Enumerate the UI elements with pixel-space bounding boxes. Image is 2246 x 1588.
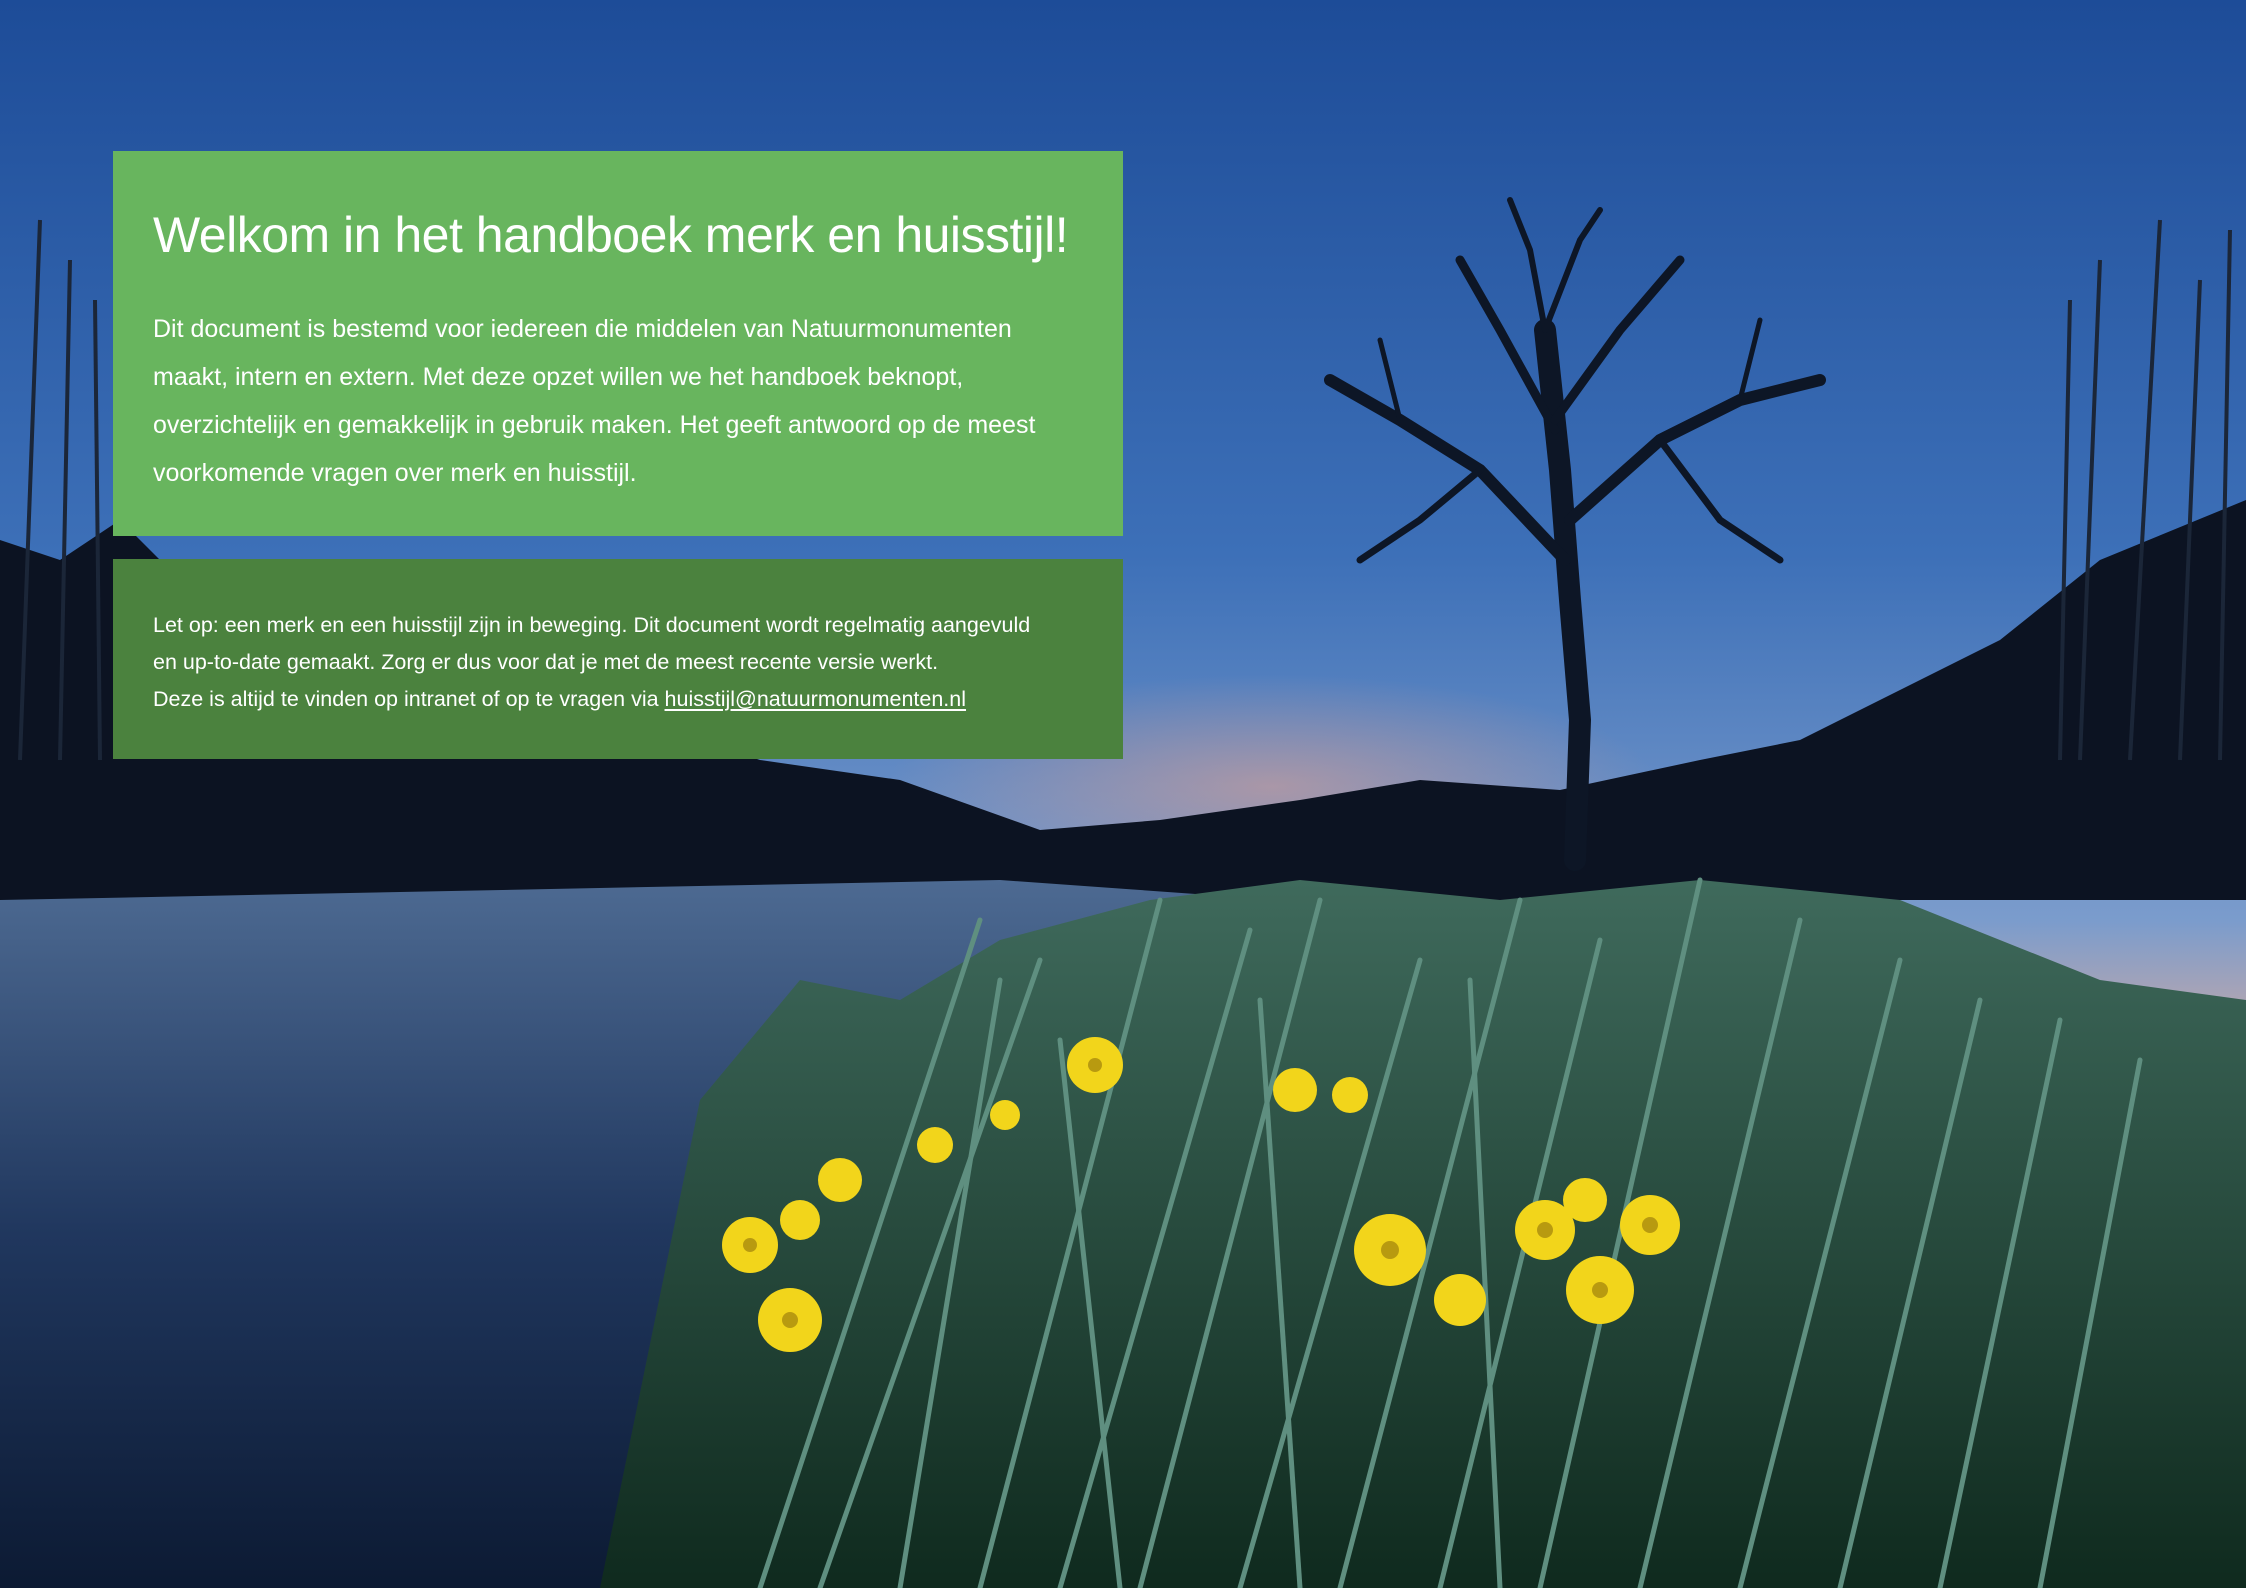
email-link[interactable]: huisstijl@natuurmonumenten.nl xyxy=(665,687,966,711)
page-title: Welkom in het handboek merk en huisstijl… xyxy=(153,207,1069,263)
notice-panel: Let op: een merk en een huisstijl zijn i… xyxy=(113,559,1123,759)
notice-line-3: Deze is altijd te vinden op intranet of … xyxy=(153,681,1083,718)
notice-line-1: Let op: een merk en een huisstijl zijn i… xyxy=(153,613,1031,637)
notice-line-2: en up-to-date gemaakt. Zorg er dus voor … xyxy=(153,650,939,674)
notice-line-3-prefix: Deze is altijd te vinden op intranet of … xyxy=(153,687,665,711)
welcome-panel: Welkom in het handboek merk en huisstijl… xyxy=(113,151,1123,536)
notice-text: Let op: een merk en een huisstijl zijn i… xyxy=(153,607,1083,718)
intro-paragraph: Dit document is bestemd voor iedereen di… xyxy=(153,315,1036,487)
